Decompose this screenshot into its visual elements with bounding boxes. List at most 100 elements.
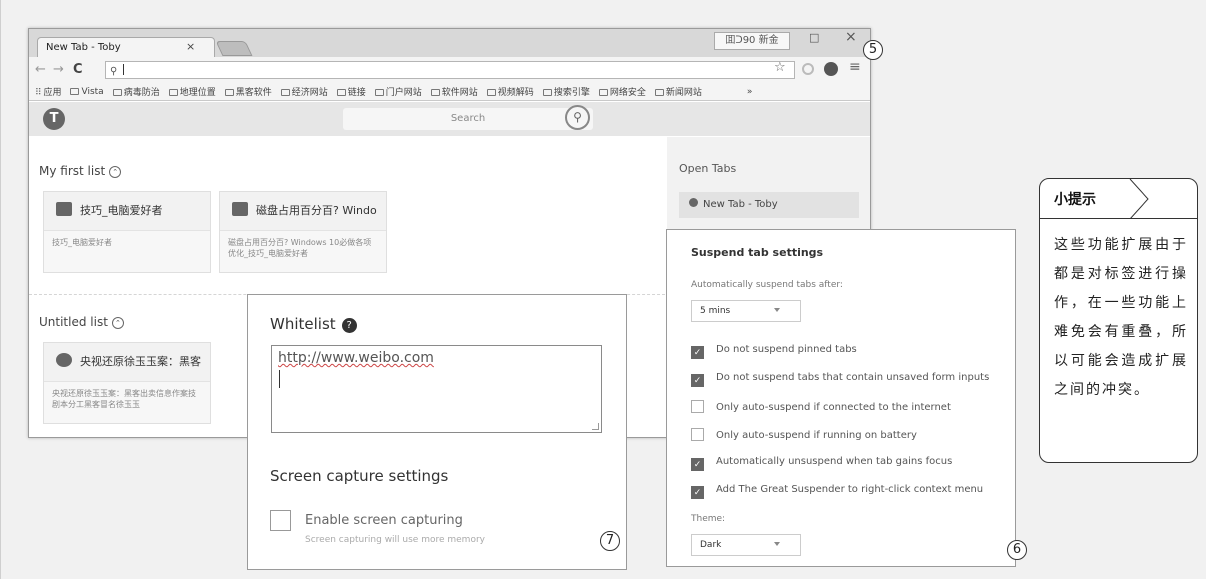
bookmark-folder[interactable]: Vista — [70, 87, 104, 97]
option-pinned[interactable]: ✓ Do not suspend pinned tabs — [691, 344, 857, 359]
folder-icon — [336, 89, 346, 96]
bookmark-star-icon[interactable]: ☆ — [774, 60, 786, 75]
card-title: 技巧_电脑爱好者 — [80, 204, 163, 217]
extension-circle-icon[interactable] — [802, 63, 814, 75]
tip-title: 小提示 — [1054, 192, 1096, 208]
menu-icon[interactable]: ≡ — [849, 59, 861, 75]
option-battery[interactable]: Only auto-suspend if running on battery — [691, 428, 917, 441]
folder-icon — [486, 89, 496, 96]
callout-5: 5 — [863, 40, 883, 60]
open-tabs-title: Open Tabs — [679, 162, 737, 175]
reload-icon[interactable]: C — [73, 62, 83, 77]
checkbox-checked[interactable]: ✓ — [691, 486, 704, 499]
checkbox-unchecked[interactable] — [691, 428, 704, 441]
bookmark-card[interactable]: 央视还原徐玉玉案：黑客 央视还原徐玉玉案：黑客出卖信息作案技剧本分工黑客冒名徐玉… — [43, 342, 211, 424]
minimize-button[interactable]: □ — [809, 31, 819, 44]
bookmarks-bar: ⠿ 应用 Vista 病毒防治 地理位置 黑客软件 经济网站 链接 门户网站 软… — [29, 83, 870, 101]
search-icon[interactable]: ⚲ — [565, 105, 590, 130]
checkbox-checked[interactable]: ✓ — [691, 346, 704, 359]
card-description: 磁盘占用百分百? Windows 10必做各项优化_技巧_电脑爱好者 — [220, 230, 386, 272]
page-icon — [56, 202, 72, 216]
tab-close-icon[interactable]: × — [186, 40, 195, 53]
bookmark-card[interactable]: 技巧_电脑爱好者 技巧_电脑爱好者 — [43, 191, 211, 273]
bookmark-folder[interactable]: 经济网站 — [280, 85, 328, 98]
close-window-button[interactable]: × — [845, 29, 857, 45]
tab-favicon-icon — [689, 198, 698, 207]
bookmarks-more-button[interactable]: » — [747, 87, 753, 97]
tab-new-tab[interactable]: New Tab - Toby × — [37, 37, 215, 58]
title-bar: New Tab - Toby × 囬ᑐ90 新金 □ × — [29, 29, 870, 58]
bookmark-folder[interactable]: 新闻网站 — [654, 85, 702, 98]
whitelist-settings-panel: Whitelist? http://www.weibo.com Screen c… — [247, 294, 627, 570]
omnibox-search-icon: ⚲ — [110, 66, 118, 77]
folder-icon — [112, 89, 122, 96]
window-stamp: 囬ᑐ90 新金 — [714, 32, 790, 50]
checkbox-checked[interactable]: ✓ — [691, 374, 704, 387]
bookmark-folder[interactable]: 黑客软件 — [224, 85, 272, 98]
card-description: 技巧_电脑爱好者 — [44, 230, 210, 272]
bookmark-folder[interactable]: 搜索引擎 — [542, 85, 590, 98]
search-input[interactable]: Search — [343, 108, 593, 130]
dropdown-caret-icon — [774, 542, 780, 546]
bookmark-folder[interactable]: 地理位置 — [168, 85, 216, 98]
folder-icon — [70, 87, 80, 95]
folder-icon — [542, 89, 552, 96]
folder-icon — [168, 89, 178, 96]
bookmark-folder[interactable]: 网络安全 — [598, 85, 646, 98]
folder-icon — [598, 89, 608, 96]
screen-capture-title: Screen capture settings — [270, 467, 449, 485]
enable-screen-capture-checkbox[interactable] — [270, 510, 291, 531]
checkbox-unchecked[interactable] — [691, 400, 704, 413]
list-title-my-first-list[interactable]: My first list ⌃ — [39, 164, 122, 178]
folder-icon — [280, 89, 290, 96]
help-icon[interactable]: ? — [341, 318, 357, 333]
forward-arrow-icon[interactable]: → — [53, 62, 64, 77]
browser-toolbar: ← → C ⚲ ☆ ≡ — [29, 57, 870, 83]
bookmark-folder[interactable]: 软件网站 — [430, 85, 478, 98]
back-arrow-icon[interactable]: ← — [35, 62, 46, 77]
bookmark-folder[interactable]: 链接 — [336, 85, 366, 98]
new-tab-button[interactable] — [215, 41, 253, 56]
suspend-settings-panel: Suspend tab settings Automatically suspe… — [666, 229, 1027, 567]
tip-box: 小提示 这些功能扩展由于都是对标签进行操作，在一些功能上难免会有重叠，所以可能会… — [1039, 178, 1198, 463]
callout-6: 6 — [1007, 540, 1027, 560]
enable-screen-capture-label: Enable screen capturing — [305, 513, 463, 528]
bookmark-folder[interactable]: 病毒防治 — [112, 85, 160, 98]
folder-icon — [430, 89, 440, 96]
open-tab-item[interactable]: New Tab - Toby — [679, 192, 859, 218]
dropdown-caret-icon — [774, 308, 780, 312]
option-internet[interactable]: Only auto-suspend if connected to the in… — [691, 400, 951, 413]
resize-handle[interactable] — [592, 423, 599, 430]
whitelist-title: Whitelist? — [270, 315, 357, 333]
folder-icon — [224, 89, 234, 96]
toby-extension-icon[interactable] — [824, 62, 838, 76]
folder-icon — [654, 89, 664, 96]
folder-icon — [374, 89, 384, 96]
toby-header: T Search ⚲ — [29, 102, 870, 136]
suspend-after-select[interactable]: 5 mins — [691, 300, 801, 322]
screen-capture-note: Screen capturing will use more memory — [305, 535, 485, 545]
bookmark-apps[interactable]: ⠿ 应用 — [35, 85, 61, 98]
bookmark-folder[interactable]: 视频解码 — [486, 85, 534, 98]
card-title: 磁盘占用百分百? Windo — [256, 204, 377, 217]
suspend-settings-title: Suspend tab settings — [691, 246, 824, 259]
toby-logo-icon: T — [43, 108, 65, 130]
collapse-chevron-icon[interactable]: ⌃ — [111, 317, 124, 329]
whitelist-textarea[interactable]: http://www.weibo.com — [271, 345, 602, 433]
option-context-menu[interactable]: ✓ Add The Great Suspender to right-click … — [691, 484, 983, 499]
option-unsaved-forms[interactable]: ✓ Do not suspend tabs that contain unsave… — [691, 372, 989, 387]
whitelist-value: http://www.weibo.com — [278, 350, 434, 366]
list-title-untitled[interactable]: Untitled list ⌃ — [39, 315, 124, 329]
bookmark-card[interactable]: 磁盘占用百分百? Windo 磁盘占用百分百? Windows 10必做各项优化… — [219, 191, 387, 273]
suspend-after-label: Automatically suspend tabs after: — [691, 280, 843, 290]
card-description: 央视还原徐玉玉案：黑客出卖信息作案技剧本分工黑客冒名徐玉玉 — [44, 381, 210, 423]
option-unsuspend-focus[interactable]: ✓ Automatically unsuspend when tab gains … — [691, 456, 952, 471]
collapse-chevron-icon[interactable]: ⌃ — [109, 166, 122, 178]
address-bar[interactable]: ⚲ — [105, 61, 795, 79]
bookmark-folder[interactable]: 门户网站 — [374, 85, 422, 98]
tip-arrow-icon — [1129, 179, 1149, 219]
checkbox-checked[interactable]: ✓ — [691, 458, 704, 471]
text-cursor — [122, 64, 124, 75]
theme-select[interactable]: Dark — [691, 534, 801, 556]
tip-body: 这些功能扩展由于都是对标签进行操作，在一些功能上难免会有重叠，所以可能会造成扩展… — [1054, 237, 1188, 398]
